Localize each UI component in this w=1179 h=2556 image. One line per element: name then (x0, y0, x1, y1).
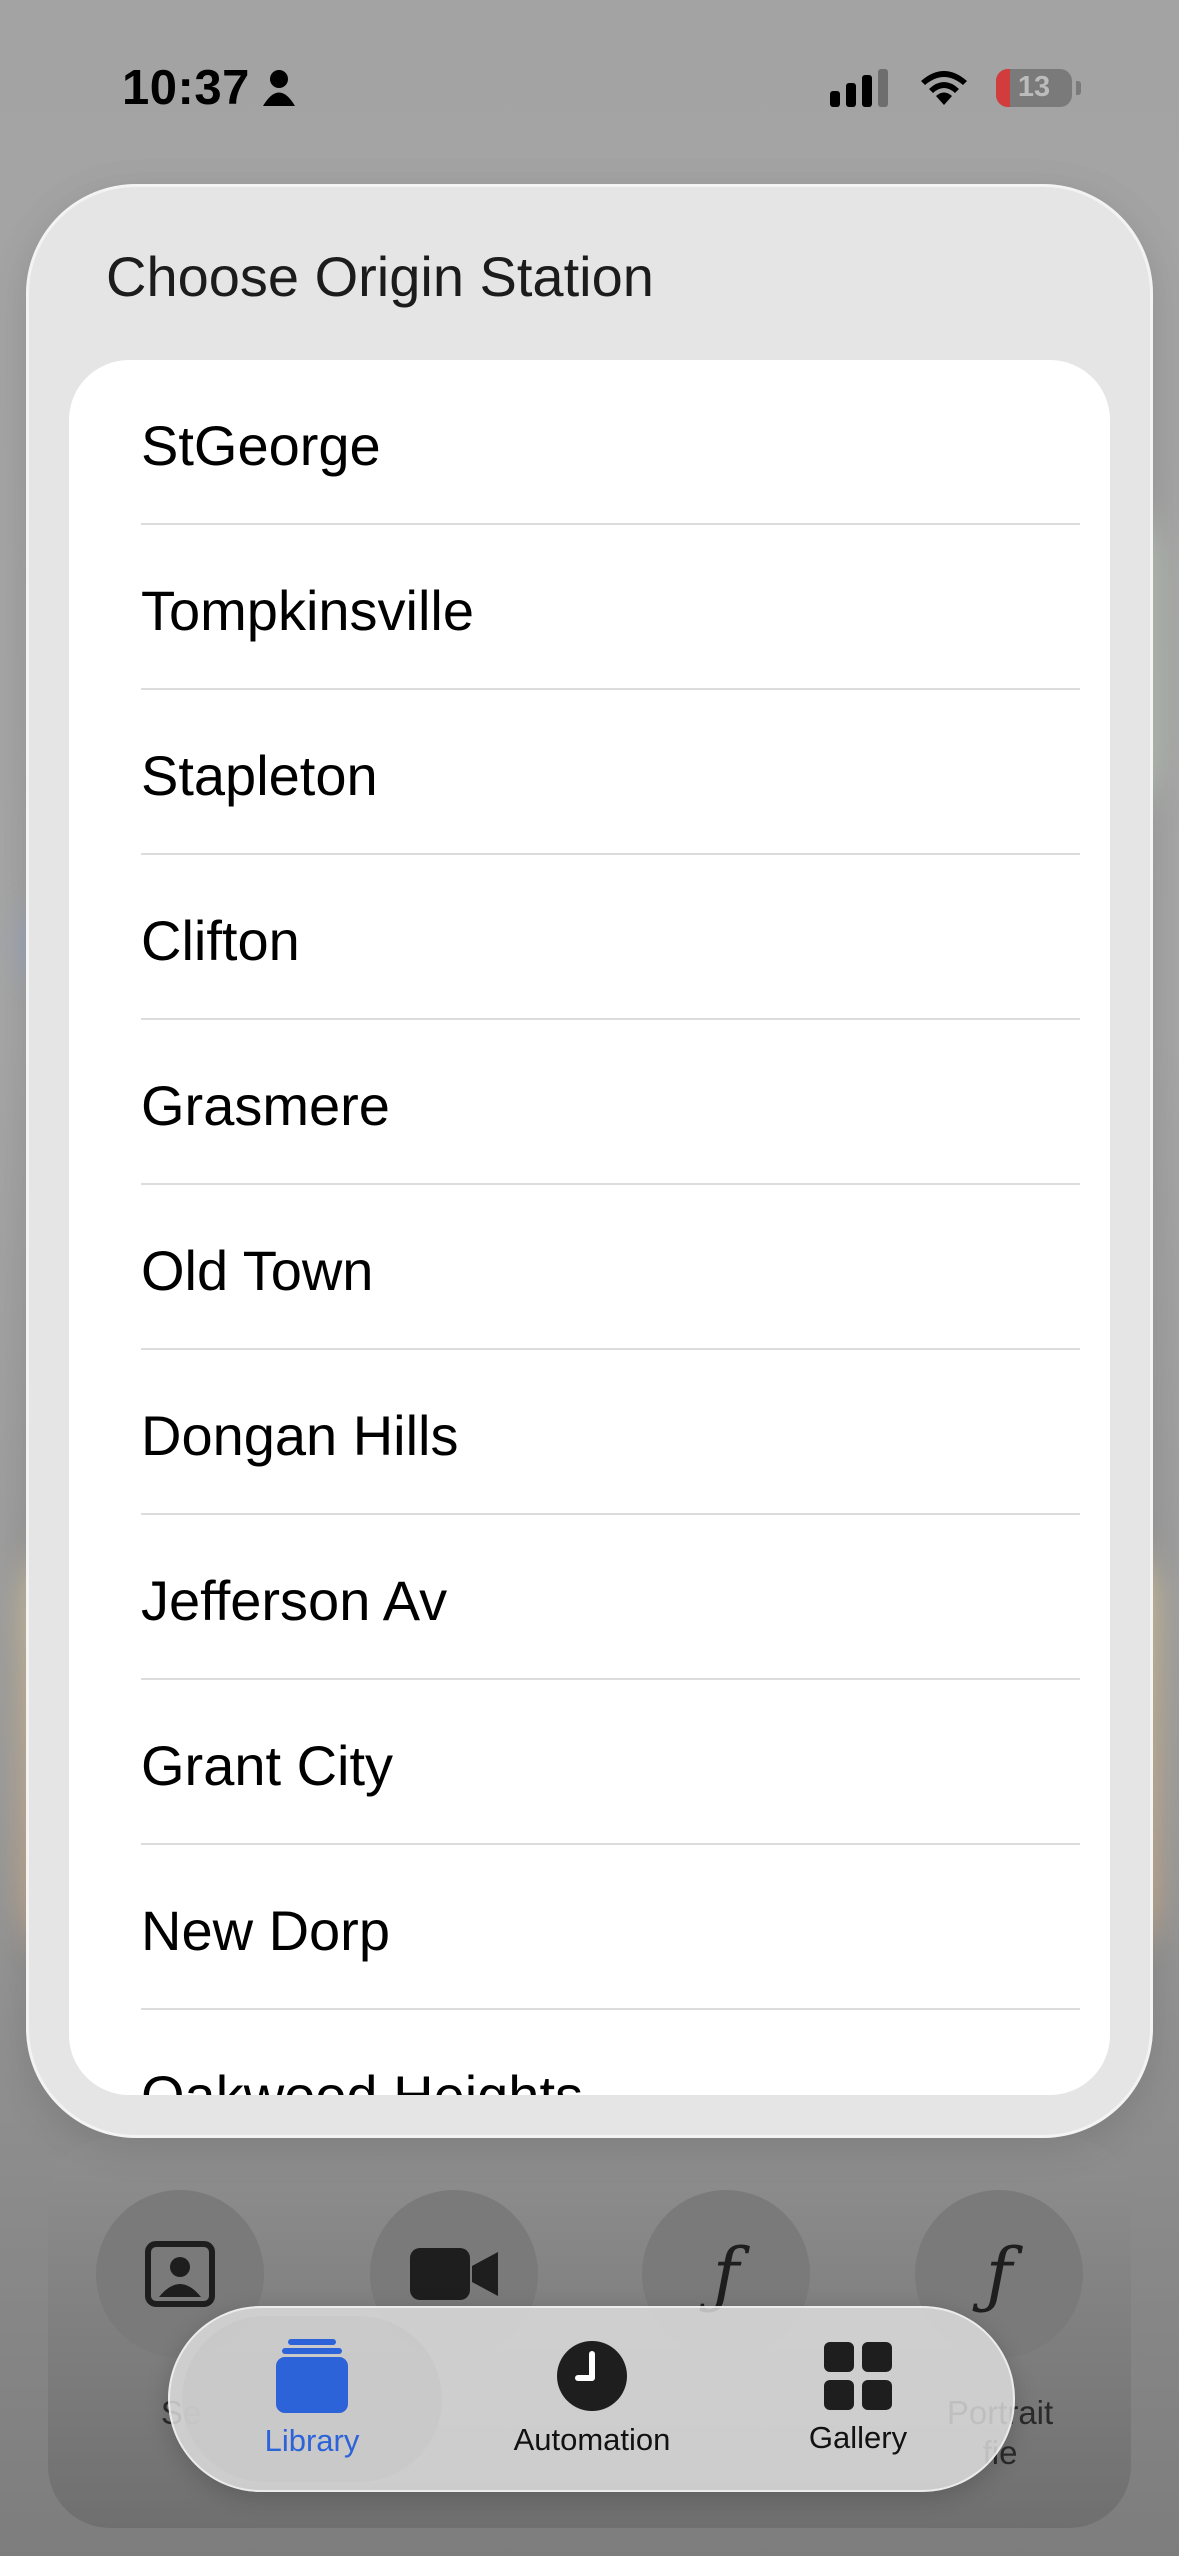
wifi-icon (921, 70, 967, 105)
tab-library[interactable]: Library (182, 2316, 442, 2482)
tab-automation[interactable]: Automation (462, 2316, 722, 2482)
tab-label: Gallery (808, 2420, 908, 2455)
status-time: 10:37 (122, 60, 250, 115)
clock-icon (557, 2341, 627, 2411)
cellular-signal-icon (830, 68, 888, 107)
tab-bar: Library Automation Gallery (168, 2306, 1015, 2492)
station-item-oakwood-heights[interactable]: Oakwood Heights (141, 2010, 1080, 2095)
status-indicators: 13 (830, 68, 1081, 107)
station-item-new-dorp[interactable]: New Dorp (141, 1845, 1080, 2010)
station-list[interactable]: StGeorge Tompkinsville Stapleton Clifton… (69, 360, 1110, 2095)
battery-low-fill (996, 68, 1010, 107)
station-item-grasmere[interactable]: Grasmere (141, 1020, 1080, 1185)
sheet-title: Choose Origin Station (106, 245, 654, 308)
station-item-grant-city[interactable]: Grant City (141, 1680, 1080, 1845)
station-item-clifton[interactable]: Clifton (141, 855, 1080, 1020)
battery-level: 13 (1017, 71, 1051, 103)
battery-icon: 13 (996, 68, 1072, 107)
library-stack-icon (276, 2339, 348, 2413)
video-camera-icon (410, 2248, 498, 2300)
function-icon: ƒ (985, 2232, 1013, 2316)
function-icon: ƒ (712, 2232, 740, 2316)
station-item-old-town[interactable]: Old Town (141, 1185, 1080, 1350)
station-item-stapleton[interactable]: Stapleton (141, 690, 1080, 855)
station-item-stgeorge[interactable]: StGeorge (141, 360, 1080, 525)
status-time-group: 10:37 (122, 60, 296, 116)
battery-tip (1076, 80, 1081, 95)
tab-gallery[interactable]: Gallery (728, 2316, 988, 2482)
tab-label: Automation (513, 2422, 671, 2457)
status-bar: 10:37 13 (0, 0, 1179, 175)
portrait-icon (145, 2241, 215, 2307)
grid-icon (824, 2342, 892, 2410)
station-item-jefferson-av[interactable]: Jefferson Av (141, 1515, 1080, 1680)
tab-label: Library (264, 2423, 360, 2458)
origin-station-sheet: Choose Origin Station StGeorge Tompkinsv… (26, 184, 1153, 2138)
station-item-tompkinsville[interactable]: Tompkinsville (141, 525, 1080, 690)
station-item-dongan-hills[interactable]: Dongan Hills (141, 1350, 1080, 1515)
person-icon (262, 69, 295, 106)
